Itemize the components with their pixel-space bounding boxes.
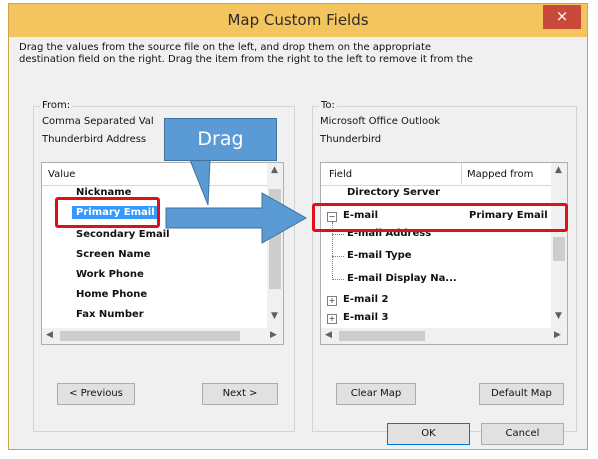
default-map-button[interactable]: Default Map — [479, 383, 564, 405]
tree-row-email-type[interactable]: E-mail Type — [347, 250, 412, 261]
tree-connector — [332, 256, 344, 257]
clear-map-button[interactable]: Clear Map — [336, 383, 416, 405]
ok-button-label: OK — [421, 428, 436, 439]
scroll-right-icon[interactable]: ▶ — [270, 330, 277, 340]
next-button[interactable]: Next > — [202, 383, 278, 405]
column-divider[interactable] — [461, 163, 462, 184]
scroll-thumb[interactable] — [553, 237, 565, 261]
from-horizontal-scrollbar[interactable]: ◀ ▶ — [42, 328, 283, 344]
scroll-right-icon[interactable]: ▶ — [554, 330, 561, 340]
previous-button-label: < Previous — [69, 388, 123, 399]
scroll-thumb[interactable] — [60, 331, 240, 341]
to-field-list[interactable]: Field Mapped from Directory Server − E-m… — [320, 162, 568, 345]
tree-row-directory-server[interactable]: Directory Server — [347, 187, 440, 198]
tree-connector — [332, 234, 344, 235]
target-highlight-box — [312, 203, 568, 232]
from-source-line-2: Thunderbird Address — [42, 134, 147, 145]
from-label: From: — [40, 100, 73, 111]
tree-row-email-2[interactable]: E-mail 2 — [343, 294, 388, 305]
to-list-header: Field Mapped from — [321, 163, 567, 186]
to-horizontal-scrollbar[interactable]: ◀ ▶ — [321, 328, 567, 344]
scroll-up-icon[interactable]: ▲ — [555, 165, 562, 175]
from-list-header: Value — [42, 163, 283, 186]
scroll-thumb[interactable] — [269, 189, 281, 289]
to-target-line-2: Thunderbird — [320, 134, 382, 145]
tree-connector — [332, 279, 344, 280]
scroll-down-icon[interactable]: ▼ — [271, 311, 278, 321]
mapped-from-column-header[interactable]: Mapped from — [467, 169, 533, 180]
from-source-line-1: Comma Separated Val — [42, 116, 154, 127]
scroll-down-icon[interactable]: ▼ — [555, 311, 562, 321]
tree-row-email-3[interactable]: E-mail 3 — [343, 312, 388, 323]
previous-button[interactable]: < Previous — [57, 383, 135, 405]
expand-icon[interactable]: + — [327, 296, 337, 306]
default-map-button-label: Default Map — [491, 388, 552, 399]
to-label: To: — [319, 100, 337, 111]
cancel-button[interactable]: Cancel — [481, 423, 564, 445]
title-bar: Map Custom Fields × — [9, 4, 587, 37]
source-highlight-box — [55, 197, 160, 228]
to-vertical-scrollbar[interactable]: ▲ ▼ — [551, 163, 567, 328]
drag-callout: Drag — [164, 118, 277, 161]
instructions-line-2: destination field on the right. Drag the… — [19, 54, 473, 65]
close-button[interactable]: × — [543, 5, 581, 29]
to-target-line-1: Microsoft Office Outlook — [320, 116, 440, 127]
scroll-up-icon[interactable]: ▲ — [271, 165, 278, 175]
from-vertical-scrollbar[interactable]: ▲ ▼ — [267, 163, 283, 328]
next-button-label: Next > — [222, 388, 258, 399]
list-item[interactable]: Work Phone — [76, 269, 144, 280]
list-item[interactable]: Home Phone — [76, 289, 147, 300]
scroll-thumb[interactable] — [339, 331, 425, 341]
instructions-text: Drag the values from the source file on … — [19, 42, 579, 66]
field-column-header[interactable]: Field — [329, 169, 352, 180]
clear-map-button-label: Clear Map — [350, 388, 402, 399]
expand-icon[interactable]: + — [327, 314, 337, 324]
list-item[interactable]: Fax Number — [76, 309, 144, 320]
tree-row-email-display-name[interactable]: E-mail Display Na... — [347, 273, 457, 284]
from-value-list[interactable]: Value Nickname Primary Email Secondary E… — [41, 162, 284, 345]
dialog-title: Map Custom Fields — [227, 11, 369, 29]
list-item[interactable]: Secondary Email — [76, 229, 170, 240]
cancel-button-label: Cancel — [505, 428, 540, 439]
list-item[interactable]: Screen Name — [76, 249, 151, 260]
scroll-left-icon[interactable]: ◀ — [325, 330, 332, 340]
instructions-line-1: Drag the values from the source file on … — [19, 42, 432, 53]
scroll-left-icon[interactable]: ◀ — [46, 330, 53, 340]
value-column-header[interactable]: Value — [48, 169, 75, 180]
ok-button[interactable]: OK — [387, 423, 470, 445]
